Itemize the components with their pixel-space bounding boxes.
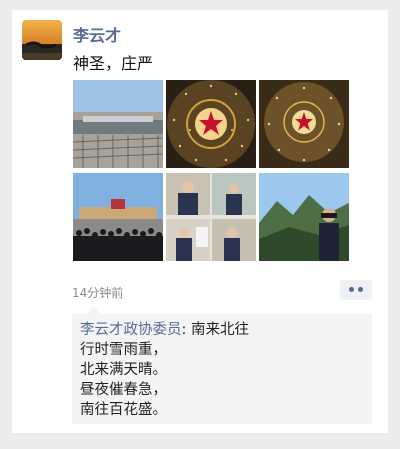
comment-author[interactable]: 李云才政协委员 <box>80 322 182 338</box>
avatar-image <box>22 20 62 60</box>
comment-text-line: 南往百花盛。 <box>80 402 167 418</box>
photo-crowd-square[interactable] <box>73 173 163 261</box>
post-author[interactable]: 李云才 <box>73 22 121 46</box>
post-time: 14分钟前 <box>72 286 124 300</box>
comment-text-line: 行时雪雨重， <box>80 342 167 358</box>
comment-text-line: 南来北往 <box>191 322 249 338</box>
photo-mountain-portrait[interactable] <box>259 173 349 261</box>
avatar[interactable] <box>22 20 62 60</box>
more-actions-button[interactable] <box>340 280 372 300</box>
comment-text-line: 昼夜催春急， <box>80 382 167 398</box>
dot-icon <box>358 287 363 292</box>
photo-meeting-collage[interactable] <box>166 173 256 261</box>
comment-item[interactable]: 李云才政协委员: 南来北往 行时雪雨重， 北来满天晴。 昼夜催春急， 南往百花盛… <box>80 320 370 420</box>
comment-first-line: 李云才政协委员: 南来北往 <box>80 320 370 340</box>
comment-section: 李云才政协委员: 南来北往 行时雪雨重， 北来满天晴。 昼夜催春急， 南往百花盛… <box>72 306 372 424</box>
dot-icon <box>349 287 354 292</box>
photo-ceiling-star-2[interactable] <box>259 80 349 168</box>
moments-post: 李云才 神圣，庄严 14分钟前 李云才政协委员: 南来北往 行时雪雨重， 北来满… <box>12 10 388 433</box>
photo-highway[interactable] <box>73 80 163 168</box>
comment-separator: : <box>181 322 191 338</box>
photo-grid <box>73 80 349 261</box>
photo-ceiling-star[interactable] <box>166 80 256 168</box>
post-text: 神圣，庄严 <box>73 54 154 73</box>
comment-text-line: 北来满天晴。 <box>80 362 167 378</box>
